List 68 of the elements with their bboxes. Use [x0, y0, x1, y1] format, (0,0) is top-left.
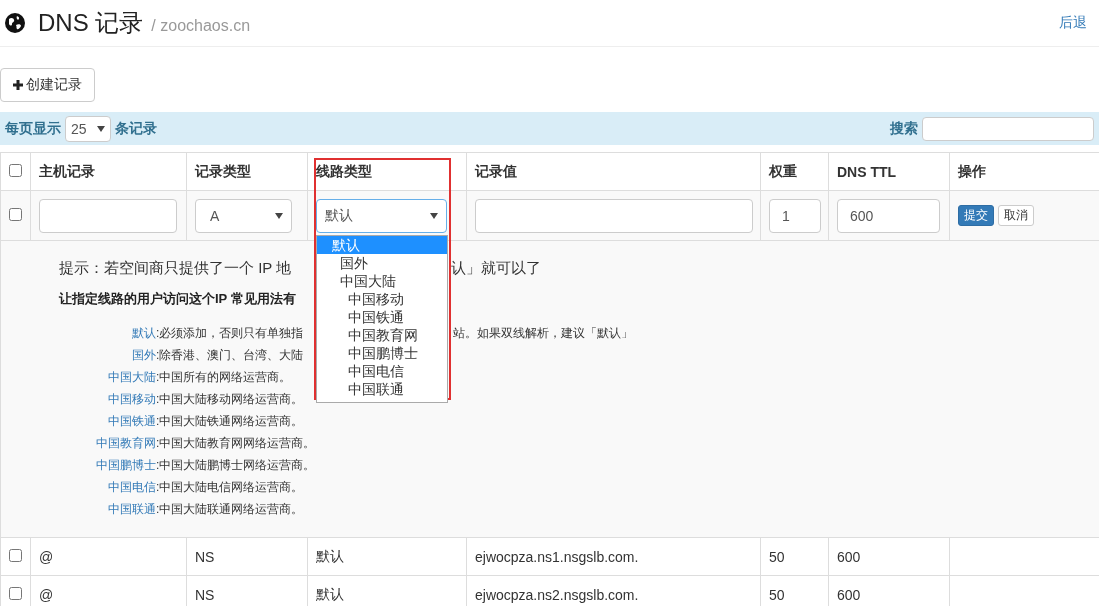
line-description: :中国大陆铁通网络运营商。	[156, 414, 304, 428]
tip-text: 提示：若空间商只提供了一个 IP 地	[59, 259, 292, 276]
line-description: :中国大陆联通网络运营商。	[156, 502, 304, 516]
table-cell: @	[30, 537, 187, 576]
record-type-select[interactable]: A	[195, 198, 292, 233]
column-header: 记录类型	[186, 152, 308, 191]
column-header: 权重	[760, 152, 829, 191]
line-type-select[interactable]: 默认	[316, 198, 447, 233]
table-cell: NS	[186, 537, 308, 576]
line-description: :中国大陆电信网络运营商。	[156, 480, 304, 494]
page-size-label: 每页显示	[5, 119, 61, 138]
line-term: 中国教育网	[95, 435, 156, 452]
line-term: 中国电信	[107, 479, 156, 496]
line-description: :中国大陆移动网络运营商。	[156, 392, 304, 406]
globe-icon	[5, 13, 25, 33]
line-term: 国外	[131, 347, 156, 364]
checkbox[interactable]	[9, 548, 22, 562]
checkbox[interactable]	[9, 207, 22, 221]
line-term: 中国大陆	[107, 369, 156, 386]
line-term: 中国移动	[107, 391, 156, 408]
line-term: 默认	[131, 325, 156, 342]
tip-text: 认」就可以了	[451, 258, 541, 278]
domain-subtitle: / zoochaos.cn	[151, 17, 251, 35]
line-description: 站。如果双线解析，建议「默认」	[453, 325, 633, 342]
caret-icon	[275, 212, 283, 219]
create-record-button[interactable]: 创建记录	[0, 68, 95, 102]
checkbox[interactable]	[9, 586, 22, 600]
help-heading: 让指定线路的用户访问这个IP 常见用法有	[59, 291, 296, 306]
dropdown-option[interactable]: 中国电信	[317, 362, 447, 380]
ttl-field[interactable]: 600	[837, 198, 940, 233]
table-cell: 50	[760, 537, 829, 576]
host-field[interactable]	[39, 198, 177, 233]
page-title: DNS 记录	[38, 8, 144, 38]
dropdown-option[interactable]: 中国移动	[317, 290, 447, 308]
table-cell: 600	[828, 537, 950, 576]
line-term: 中国联通	[107, 501, 156, 518]
cancel-button[interactable]: 取消	[998, 205, 1034, 226]
dropdown-option[interactable]: 中国教育网	[317, 326, 447, 344]
line-description: :中国大陆教育网网络运营商。	[156, 436, 316, 450]
weight-field[interactable]: 1	[769, 198, 821, 233]
line-description: :必须添加，否则只有单独指	[156, 326, 304, 340]
column-header: 操作	[949, 152, 1099, 191]
dropdown-option[interactable]: 国外	[317, 254, 447, 272]
search-label: 搜索	[890, 119, 918, 138]
column-header: 记录值	[466, 152, 761, 191]
dropdown-option[interactable]: 中国大陆	[317, 272, 447, 290]
table-cell: ejwocpza.ns1.nsgslb.com.	[466, 537, 761, 576]
dropdown-option[interactable]: 中国鹏博士	[317, 344, 447, 362]
back-link[interactable]: 后退	[1059, 14, 1087, 32]
dropdown-option[interactable]: 中国联通	[317, 380, 447, 398]
line-description: :中国大陆鹏博士网络运营商。	[156, 458, 316, 472]
submit-button[interactable]: 提交	[958, 205, 994, 226]
table-cell: 默认	[307, 537, 467, 576]
plus-icon	[13, 80, 23, 90]
line-term: 中国铁通	[107, 413, 156, 430]
caret-icon	[97, 125, 105, 132]
caret-icon	[430, 212, 438, 219]
line-description: :中国所有的网络运营商。	[156, 370, 292, 384]
column-header: DNS TTL	[828, 152, 950, 191]
line-term: 中国鹏博士	[95, 457, 156, 474]
search-field[interactable]	[922, 116, 1094, 141]
record-value-field[interactable]	[475, 198, 753, 233]
page-size-select[interactable]: 25	[65, 115, 111, 142]
line-description: :除香港、澳门、台湾、大陆	[156, 348, 304, 362]
page-size-suffix: 条记录	[115, 119, 157, 138]
dropdown-option[interactable]: 中国铁通	[317, 308, 447, 326]
column-header: 主机记录	[30, 152, 187, 191]
checkbox[interactable]	[9, 163, 22, 177]
